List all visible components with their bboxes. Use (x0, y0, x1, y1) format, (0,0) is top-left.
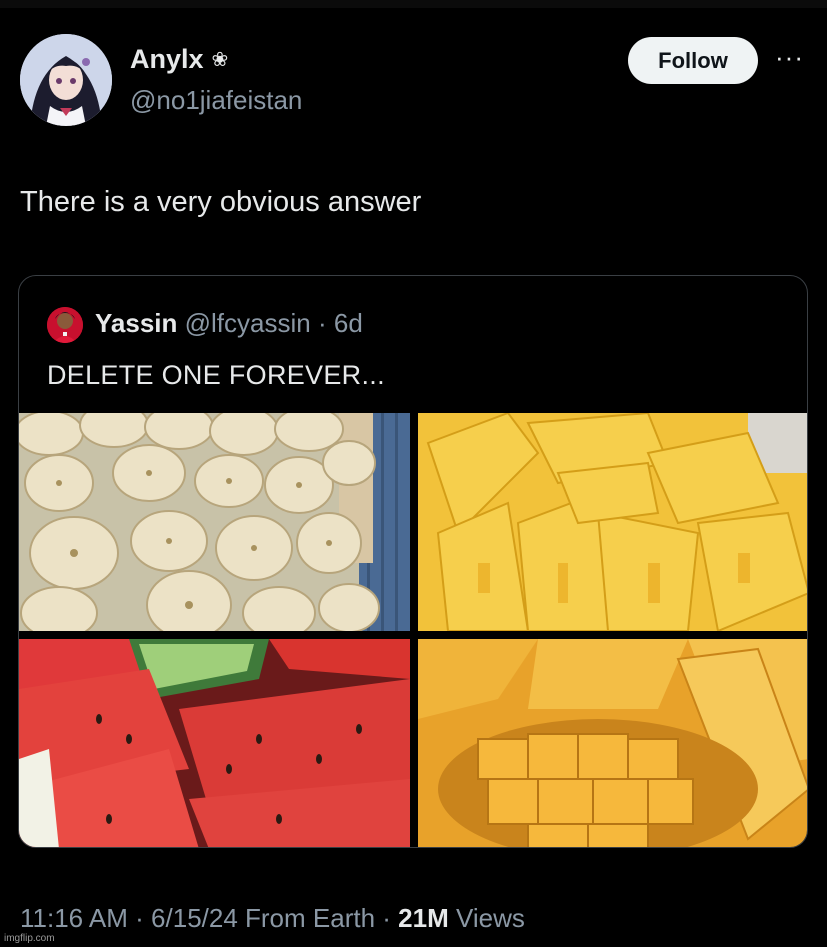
quoted-post-age[interactable]: 6d (334, 308, 363, 338)
top-bar (0, 0, 827, 8)
flower-icon: ❀ (211, 49, 229, 71)
quoted-tweet-text: DELETE ONE FOREVER... (47, 360, 385, 390)
tweet-text: There is a very obvious answer (20, 186, 422, 218)
more-options-icon[interactable]: ··· (775, 42, 804, 73)
media-grid (19, 413, 807, 847)
views-label: Views (448, 903, 525, 933)
follow-button[interactable]: Follow (628, 37, 758, 84)
author-name-row[interactable]: Anylx ❀ (130, 44, 228, 75)
meta-separator: · (127, 903, 152, 933)
quoted-tweet-card[interactable]: Yassin @lfcyassin · 6d DELETE ONE FOREVE… (18, 275, 808, 848)
post-date[interactable]: 6/15/24 (151, 903, 238, 933)
quoted-author-row[interactable]: Yassin @lfcyassin · 6d (95, 308, 363, 339)
quoted-author-avatar[interactable] (47, 307, 83, 343)
watermelon-image[interactable] (19, 639, 410, 847)
footballer-avatar-image (47, 307, 83, 343)
meta-separator: · (375, 903, 399, 933)
post-source: From Earth (237, 903, 376, 933)
pineapple-image[interactable] (418, 413, 807, 631)
anime-avatar-image (20, 34, 112, 126)
mango-image[interactable] (418, 639, 807, 847)
author-handle[interactable]: @no1jiafeistan (130, 85, 302, 116)
banana-image[interactable] (19, 413, 410, 631)
author-avatar[interactable] (20, 34, 112, 126)
quoted-author-name[interactable]: Yassin (95, 308, 177, 338)
author-display-name[interactable]: Anylx (130, 44, 204, 75)
watermark: imgflip.com (4, 933, 55, 944)
post-time[interactable]: 11:16 AM (20, 903, 128, 933)
meta-separator: · (317, 308, 327, 338)
quoted-author-handle[interactable]: @lfcyassin (185, 308, 311, 338)
post-meta: 11:16 AM · 6/15/24 From Earth · 21M View… (20, 903, 525, 934)
views-count[interactable]: 21M (398, 903, 449, 933)
